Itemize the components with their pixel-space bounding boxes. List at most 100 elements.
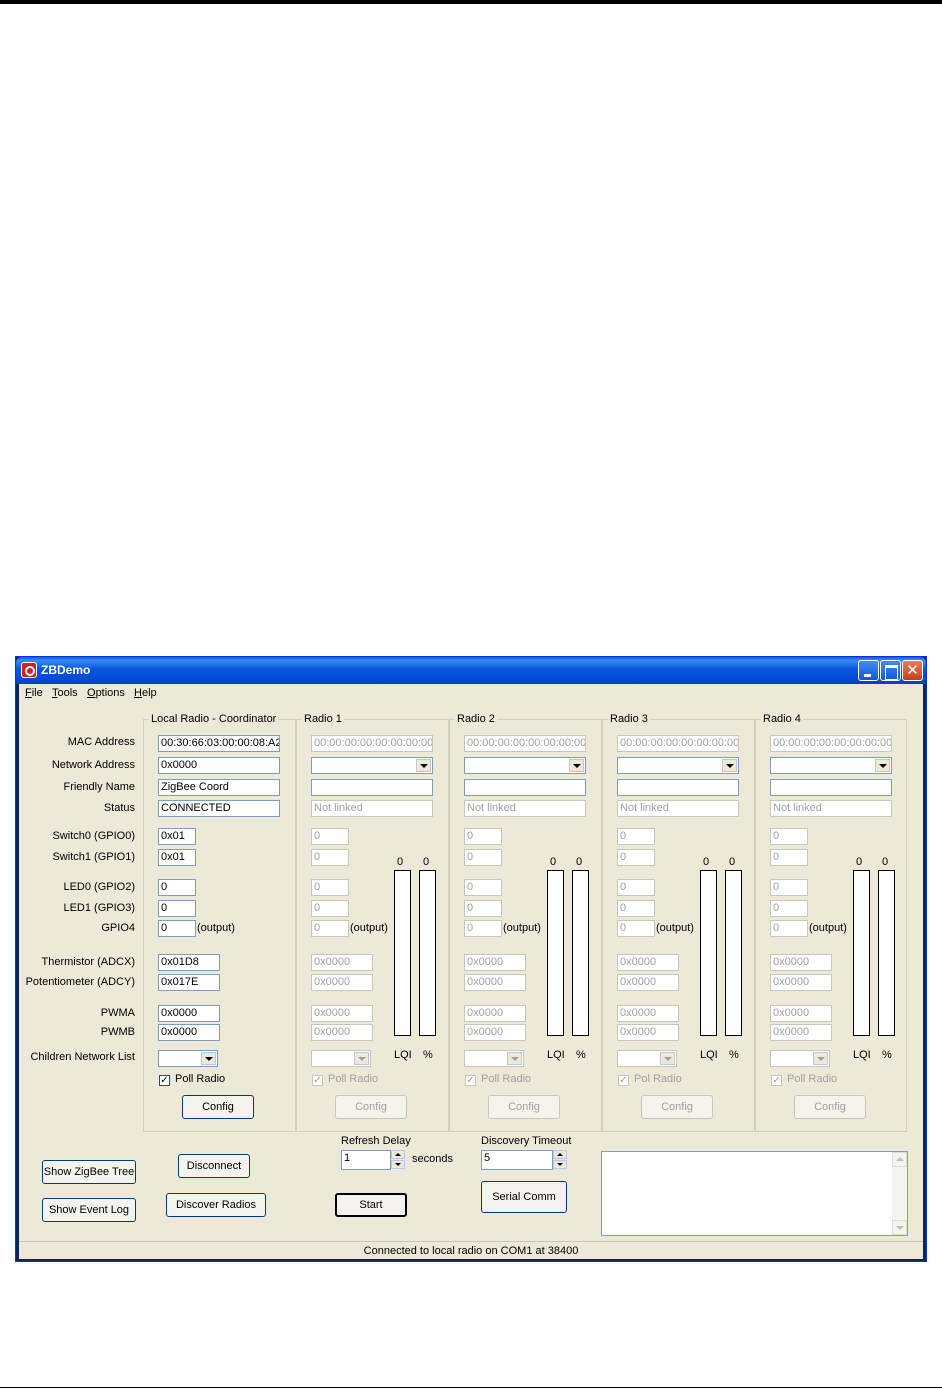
local-thermistor-field[interactable]: 0x01D8 [158,954,220,971]
radio-4-thermistor-field[interactable]: 0x0000 [770,954,832,971]
radio-3-pwmb-field[interactable]: 0x0000 [617,1024,679,1041]
local-children-dropdown[interactable] [158,1050,218,1067]
event-log-textbox[interactable] [601,1151,908,1236]
radio-1-poll-checkbox[interactable]: ✓ [312,1075,323,1086]
radio-2-config-button[interactable]: Config [488,1095,560,1119]
title-bar[interactable]: ZBDemo ✕ [16,657,926,684]
radio-2-network-dropdown[interactable] [464,757,586,774]
disconnect-button[interactable]: Disconnect [178,1154,250,1178]
local-potentiometer-field[interactable]: 0x017E [158,974,220,991]
local-switch0-field[interactable]: 0x01 [158,828,196,845]
radio-4-switch1-field[interactable]: 0 [770,849,808,866]
radio-4-led1-field[interactable]: 0 [770,900,808,917]
radio-1-config-button[interactable]: Config [335,1095,407,1119]
radio-3-pwma-field[interactable]: 0x0000 [617,1005,679,1022]
radio-4-switch0-field[interactable]: 0 [770,828,808,845]
show-zigbee-tree-button[interactable]: Show ZigBee Tree [42,1160,136,1184]
local-friendly-name-field[interactable]: ZigBee Coord [158,779,280,796]
radio-2-status-field[interactable]: Not linked [464,800,586,817]
radio-4-friendly-name-field[interactable] [770,779,892,796]
radio-2-pwma-field[interactable]: 0x0000 [464,1005,526,1022]
radio-4-gpio4-field[interactable]: 0 [770,920,808,937]
chevron-down-icon[interactable] [416,759,431,772]
radio-1-pwma-field[interactable]: 0x0000 [311,1005,373,1022]
radio-3-led0-field[interactable]: 0 [617,879,655,896]
radio-2-potentiometer-field[interactable]: 0x0000 [464,974,526,991]
radio-1-friendly-name-field[interactable] [311,779,433,796]
minimize-icon[interactable] [858,660,879,681]
local-pwmb-field[interactable]: 0x0000 [158,1024,220,1041]
refresh-spin-down-icon[interactable] [391,1160,405,1169]
radio-1-gpio4-field[interactable]: 0 [311,920,349,937]
chevron-down-icon[interactable] [569,759,584,772]
show-event-log-button[interactable]: Show Event Log [42,1198,136,1222]
radio-4-pwmb-field[interactable]: 0x0000 [770,1024,832,1041]
radio-4-poll-checkbox[interactable]: ✓ [771,1075,782,1086]
radio-3-poll-checkbox[interactable]: ✓ [618,1075,629,1086]
radio-4-mac-field[interactable]: 00:00:00:00:00:00:00:00 [770,735,892,752]
radio-1-potentiometer-field[interactable]: 0x0000 [311,974,373,991]
radio-4-config-button[interactable]: Config [794,1095,866,1119]
radio-3-network-dropdown[interactable] [617,757,739,774]
radio-4-children-dropdown[interactable] [770,1050,830,1067]
radio-3-thermistor-field[interactable]: 0x0000 [617,954,679,971]
radio-3-switch1-field[interactable]: 0 [617,849,655,866]
local-mac-field[interactable]: 00:30:66:03:00:00:08:A2 [158,735,280,752]
refresh-spin-up-icon[interactable] [391,1150,405,1159]
menu-help[interactable]: Help [134,687,157,699]
radio-3-mac-field[interactable]: 00:00:00:00:00:00:00:00 [617,735,739,752]
start-button[interactable]: Start [335,1193,407,1217]
local-switch1-field[interactable]: 0x01 [158,849,196,866]
chevron-down-icon[interactable] [201,1052,216,1065]
chevron-down-icon[interactable] [660,1052,675,1065]
local-led1-field[interactable]: 0 [158,900,196,917]
event-log-scrollbar[interactable] [892,1152,907,1235]
local-network-field[interactable]: 0x0000 [158,757,280,774]
local-gpio4-field[interactable]: 0 [158,920,196,937]
radio-3-potentiometer-field[interactable]: 0x0000 [617,974,679,991]
radio-2-pwmb-field[interactable]: 0x0000 [464,1024,526,1041]
local-config-button[interactable]: Config [182,1095,254,1119]
radio-4-status-field[interactable]: Not linked [770,800,892,817]
chevron-down-icon[interactable] [722,759,737,772]
radio-4-network-dropdown[interactable] [770,757,892,774]
radio-2-children-dropdown[interactable] [464,1050,524,1067]
menu-tools[interactable]: Tools [52,687,78,699]
radio-1-network-dropdown[interactable] [311,757,433,774]
menu-options[interactable]: Options [87,687,125,699]
radio-3-children-dropdown[interactable] [617,1050,677,1067]
app-icon[interactable] [21,662,37,678]
local-status-field[interactable]: CONNECTED [158,800,280,817]
maximize-icon[interactable] [880,660,901,681]
radio-2-led0-field[interactable]: 0 [464,879,502,896]
radio-1-led1-field[interactable]: 0 [311,900,349,917]
chevron-down-icon[interactable] [354,1052,369,1065]
radio-2-led1-field[interactable]: 0 [464,900,502,917]
chevron-down-icon[interactable] [507,1052,522,1065]
scroll-down-icon[interactable] [892,1220,907,1235]
radio-2-thermistor-field[interactable]: 0x0000 [464,954,526,971]
radio-2-switch1-field[interactable]: 0 [464,849,502,866]
radio-2-friendly-name-field[interactable] [464,779,586,796]
radio-1-switch0-field[interactable]: 0 [311,828,349,845]
discover-radios-button[interactable]: Discover Radios [166,1193,266,1217]
radio-4-pwma-field[interactable]: 0x0000 [770,1005,832,1022]
discovery-timeout-input[interactable]: 5 [481,1150,553,1170]
radio-4-led0-field[interactable]: 0 [770,879,808,896]
local-poll-checkbox[interactable]: ✓ [159,1075,170,1086]
radio-3-led1-field[interactable]: 0 [617,900,655,917]
discovery-spin-down-icon[interactable] [553,1160,567,1169]
serial-comm-button[interactable]: Serial Comm [481,1181,567,1213]
scroll-up-icon[interactable] [892,1152,907,1167]
radio-2-poll-checkbox[interactable]: ✓ [465,1075,476,1086]
radio-2-mac-field[interactable]: 00:00:00:00:00:00:00:00 [464,735,586,752]
radio-1-switch1-field[interactable]: 0 [311,849,349,866]
radio-4-potentiometer-field[interactable]: 0x0000 [770,974,832,991]
radio-1-status-field[interactable]: Not linked [311,800,433,817]
radio-1-pwmb-field[interactable]: 0x0000 [311,1024,373,1041]
radio-1-thermistor-field[interactable]: 0x0000 [311,954,373,971]
radio-3-status-field[interactable]: Not linked [617,800,739,817]
close-icon[interactable]: ✕ [902,660,923,681]
local-pwma-field[interactable]: 0x0000 [158,1005,220,1022]
radio-2-switch0-field[interactable]: 0 [464,828,502,845]
